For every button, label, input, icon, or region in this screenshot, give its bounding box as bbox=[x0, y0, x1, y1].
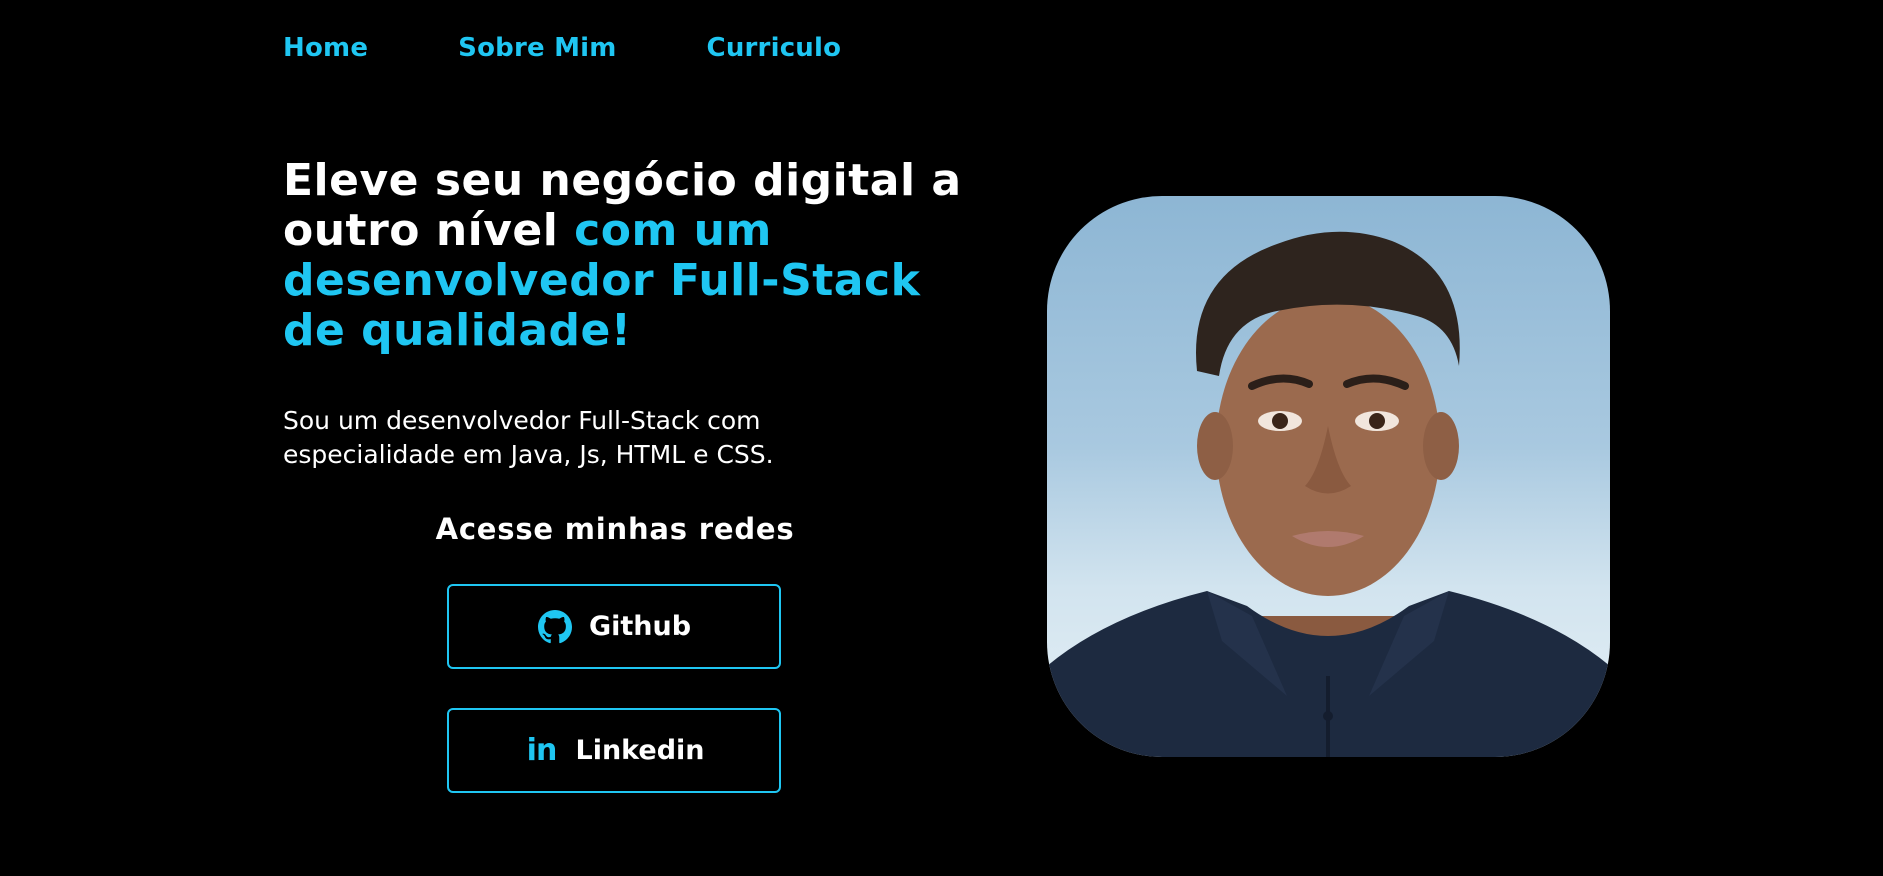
github-icon bbox=[537, 609, 573, 645]
linkedin-icon: in bbox=[523, 733, 559, 769]
linkedin-button-label: Linkedin bbox=[575, 735, 705, 766]
github-button-label: Github bbox=[588, 611, 692, 642]
linkedin-icon-text: in bbox=[526, 733, 558, 768]
profile-photo bbox=[1047, 196, 1610, 757]
nav-link-curriculo[interactable]: Curriculo bbox=[707, 33, 842, 63]
github-button[interactable]: Github bbox=[447, 584, 781, 669]
linkedin-button[interactable]: in Linkedin bbox=[447, 708, 781, 793]
hero-description: Sou um desenvolvedor Full-Stack com espe… bbox=[283, 406, 774, 469]
social-heading: Acesse minhas redes bbox=[435, 512, 795, 546]
main-nav: Home Sobre Mim Curriculo bbox=[283, 30, 841, 66]
profile-photo-illustration bbox=[1047, 231, 1610, 757]
nav-link-sobre-mim[interactable]: Sobre Mim bbox=[458, 33, 616, 63]
hero-title: Eleve seu negócio digital a outro nível … bbox=[283, 156, 983, 356]
nav-link-home[interactable]: Home bbox=[283, 33, 368, 63]
